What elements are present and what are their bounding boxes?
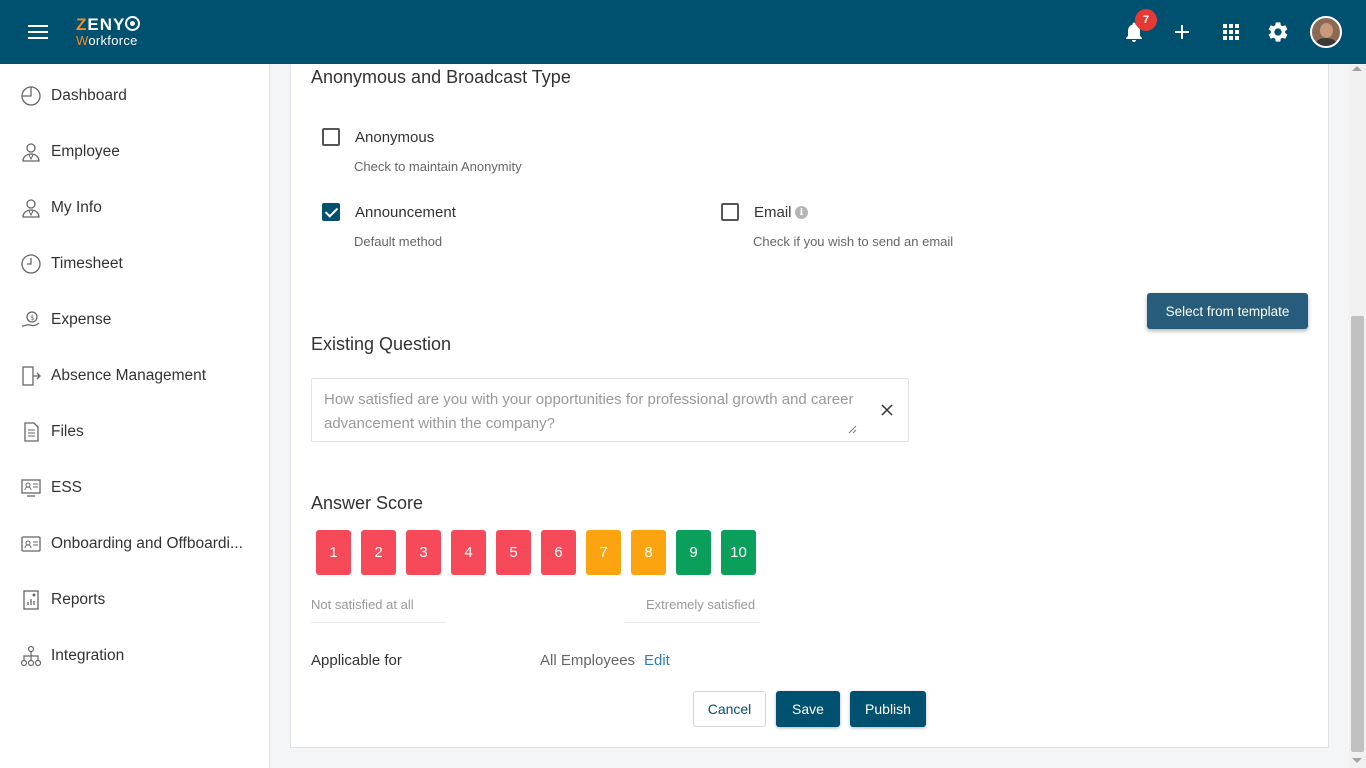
question-text: How satisfied are you with your opportun…: [324, 391, 854, 432]
my-info-icon: [22, 199, 40, 218]
scale-high-label: Extremely satisfied: [646, 597, 756, 612]
logo-sub-initial: W: [76, 33, 89, 48]
sidebar-item-employee[interactable]: Employee: [0, 132, 270, 172]
logo[interactable]: ZENY Workforce: [76, 15, 141, 48]
email-checkbox[interactable]: [721, 203, 739, 221]
score-button[interactable]: 3: [406, 530, 441, 575]
scale-high-divider: [625, 622, 760, 623]
sidebar-item-integration[interactable]: Integration: [0, 636, 270, 676]
email-hint: Check if you wish to send an email: [753, 234, 954, 249]
sidebar-item-label: Dashboard: [51, 87, 127, 104]
applicable-for-label: Applicable for: [311, 652, 402, 669]
sidebar-item-label: ESS: [51, 479, 83, 496]
answer-score-title: Answer Score: [311, 493, 424, 513]
logo-sub-text: orkforce: [88, 33, 138, 48]
score-button[interactable]: 2: [361, 530, 396, 575]
question-input[interactable]: How satisfied are you with your opportun…: [311, 378, 909, 442]
sidebar-item-label: Absence Management: [51, 367, 207, 384]
file-icon: [24, 422, 39, 442]
dashboard-icon: [21, 86, 41, 106]
apps-grid-icon[interactable]: [1219, 20, 1243, 44]
notification-badge: 7: [1135, 9, 1157, 31]
resize-handle-icon[interactable]: [848, 425, 857, 434]
score-button[interactable]: 1: [316, 530, 351, 575]
user-avatar[interactable]: [1310, 16, 1342, 48]
scale-low-divider: [311, 622, 446, 623]
score-button[interactable]: 6: [541, 530, 576, 575]
sidebar-item-dashboard[interactable]: Dashboard: [0, 76, 270, 116]
edit-applicable-link[interactable]: Edit: [644, 652, 670, 669]
sidebar-item-files[interactable]: Files: [0, 412, 270, 452]
select-from-template-button[interactable]: Select from template: [1147, 293, 1308, 329]
info-icon[interactable]: i: [795, 206, 808, 219]
anonymous-hint: Check to maintain Anonymity: [354, 159, 522, 174]
exit-door-icon: [22, 366, 41, 386]
sidebar-item-label: Reports: [51, 591, 106, 608]
scrollbar-thumb[interactable]: [1351, 316, 1364, 752]
logo-brand-initial: Z: [76, 15, 88, 34]
close-icon[interactable]: [880, 403, 894, 417]
expense-icon: $: [21, 311, 40, 327]
sidebar-item-label: My Info: [51, 199, 102, 216]
hierarchy-icon: [20, 645, 42, 667]
sidebar-item-label: Expense: [51, 311, 112, 328]
announcement-hint: Default method: [354, 234, 443, 249]
logo-mark-icon: [125, 16, 141, 31]
score-button[interactable]: 10: [721, 530, 756, 575]
score-button[interactable]: 4: [451, 530, 486, 575]
sidebar-item-label: Timesheet: [51, 255, 123, 272]
sidebar-item-absence-management[interactable]: Absence Management: [0, 356, 270, 396]
sidebar-item-onboarding[interactable]: Onboarding and Offboardi...: [0, 524, 270, 564]
scale-low-label: Not satisfied at all: [311, 597, 414, 612]
sidebar-item-label: Integration: [51, 647, 125, 664]
logo-brand-text: ENY: [87, 15, 126, 34]
broadcast-type-title: Anonymous and Broadcast Type: [311, 67, 571, 87]
ess-icon: [21, 479, 41, 497]
top-bar: ZENY Workforce 7: [0, 0, 1366, 64]
sidebar: Dashboard Employee My Info Timesheet $ E…: [0, 64, 270, 768]
sidebar-item-ess[interactable]: ESS: [0, 468, 270, 508]
sidebar-item-reports[interactable]: Reports: [0, 580, 270, 620]
svg-text:$: $: [30, 314, 34, 322]
email-label: Email: [754, 204, 792, 221]
sidebar-item-my-info[interactable]: My Info: [0, 188, 270, 228]
sidebar-item-label: Employee: [51, 143, 120, 160]
plus-icon[interactable]: [1170, 20, 1194, 44]
score-button[interactable]: 9: [676, 530, 711, 575]
score-button[interactable]: 7: [586, 530, 621, 575]
publish-button[interactable]: Publish: [850, 691, 926, 727]
anonymous-label: Anonymous: [355, 129, 435, 146]
announcement-checkbox[interactable]: [322, 203, 340, 221]
scroll-up-arrow-icon[interactable]: [1352, 66, 1362, 71]
scroll-down-arrow-icon[interactable]: [1352, 758, 1362, 763]
menu-icon[interactable]: [28, 25, 50, 41]
employee-icon: [22, 143, 40, 162]
sidebar-item-label: Onboarding and Offboardi...: [51, 535, 243, 552]
sidebar-item-expense[interactable]: $ Expense: [0, 300, 270, 340]
score-button[interactable]: 5: [496, 530, 531, 575]
clock-icon: [21, 254, 41, 274]
report-icon: [23, 590, 39, 610]
id-card-icon: [21, 536, 41, 552]
gear-icon[interactable]: [1266, 20, 1290, 44]
score-button[interactable]: 8: [631, 530, 666, 575]
applicable-for-value: All Employees: [540, 652, 636, 669]
announcement-label: Announcement: [355, 204, 456, 221]
sidebar-item-timesheet[interactable]: Timesheet: [0, 244, 270, 284]
save-button[interactable]: Save: [776, 691, 840, 727]
cancel-button[interactable]: Cancel: [693, 691, 766, 727]
existing-question-title: Existing Question: [311, 334, 452, 354]
sidebar-item-label: Files: [51, 423, 84, 440]
anonymous-checkbox[interactable]: [322, 128, 340, 146]
